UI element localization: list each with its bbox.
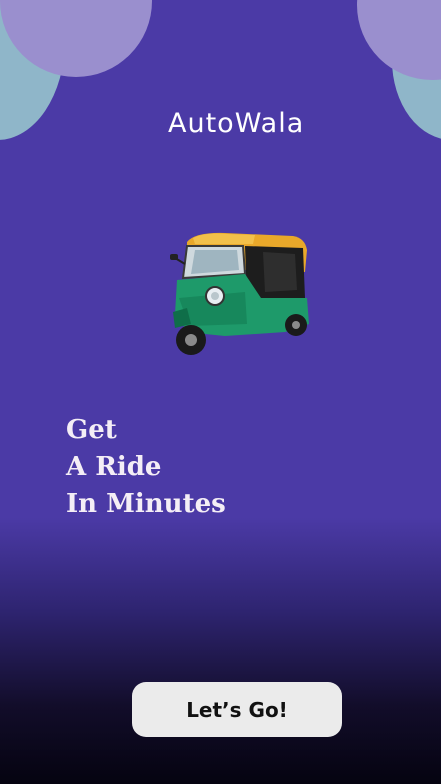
tagline-line-1: Get	[66, 415, 117, 445]
auto-rickshaw-icon	[170, 232, 309, 355]
tagline-line-2: A Ride	[66, 452, 162, 482]
tagline-line-3: In Minutes	[66, 489, 226, 519]
splash-screen: AutoWala Get A Ride In Minutes Let’s Go!	[0, 0, 441, 784]
decorative-circle-lilac-right	[357, 0, 441, 80]
tagline: Get A Ride In Minutes	[66, 412, 226, 523]
app-logo-text: AutoWala	[168, 108, 305, 139]
lets-go-button[interactable]: Let’s Go!	[132, 682, 342, 737]
